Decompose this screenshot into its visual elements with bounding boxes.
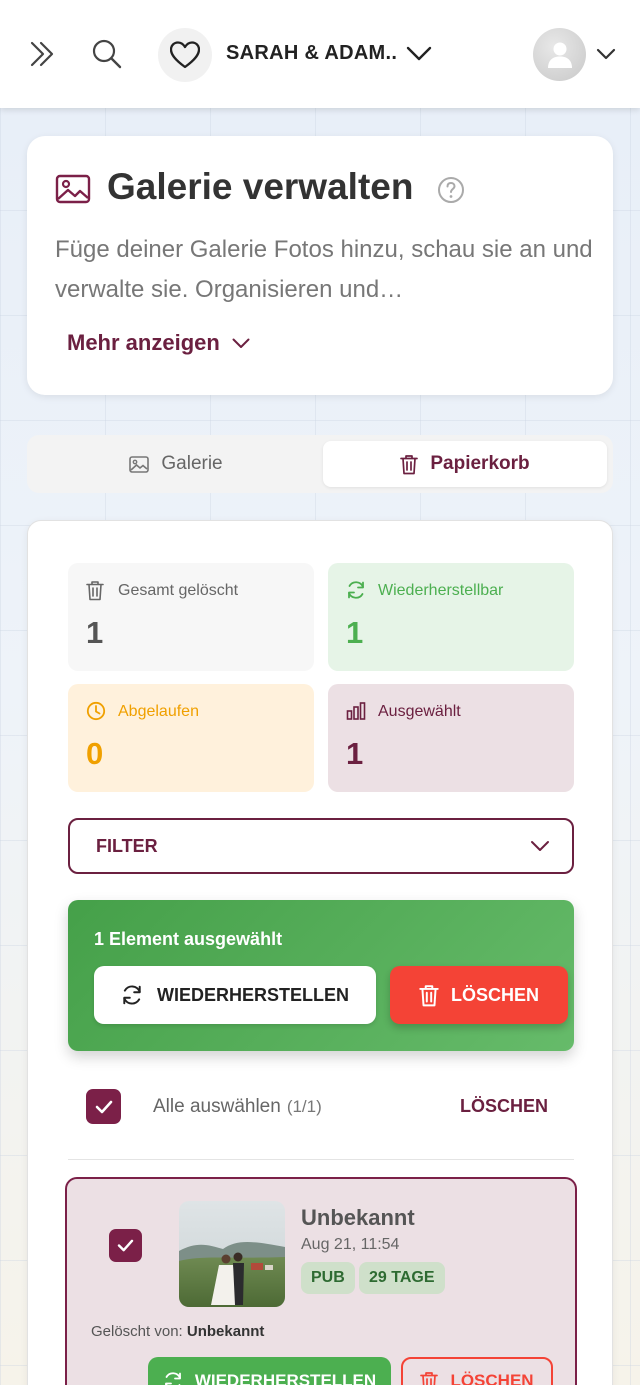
stat-total-deleted: Gesamt gelöscht 1 [68,563,314,671]
top-app-bar: SARAH & ADAM... [0,0,640,108]
tab-trash[interactable]: Papierkorb [323,441,607,487]
days-remaining-badge: 29 TAGE [359,1262,445,1294]
select-all-checkbox[interactable] [86,1089,121,1124]
show-more-label: Mehr anzeigen [67,330,220,355]
stat-selected: Ausgewählt 1 [328,684,574,792]
trash-item-card[interactable]: Unbekannt Aug 21, 11:54 PUB 29 TAGE Gelö… [65,1177,577,1385]
page-description: Füge deiner Galerie Fotos hinzu, schau s… [55,236,593,303]
image-icon [55,174,91,204]
delete-selected-button[interactable]: LÖSCHEN [390,966,568,1024]
restore-item-button[interactable]: WIEDERHERSTELLEN [148,1357,391,1385]
page-title: Galerie verwalten [107,166,414,207]
divider [68,1159,574,1160]
selection-count-text: 1 Element ausgewählt [94,929,283,949]
item-checkbox[interactable] [109,1229,142,1262]
item-date: Aug 21, 11:54 [301,1236,400,1253]
stat-label: Abgelaufen [118,703,199,720]
filter-dropdown[interactable]: FILTER [68,818,574,874]
delete-all-button[interactable]: LÖSCHEN [460,1096,548,1117]
restore-selected-label: WIEDERHERSTELLEN [156,984,349,1005]
delete-selected-label: LÖSCHEN [450,984,539,1005]
search-icon[interactable] [88,36,126,72]
trash-icon [400,454,419,474]
delete-item-button[interactable]: LÖSCHEN [401,1357,553,1385]
filter-label: FILTER [96,836,158,856]
refresh-icon [346,580,366,600]
restore-selected-button[interactable]: WIEDERHERSTELLEN [94,966,376,1024]
clock-icon [86,701,106,721]
chevron-down-icon [531,841,549,851]
deleted-by-name: Unbekannt [186,1323,265,1340]
stat-expired: Abgelaufen 0 [68,684,314,792]
tab-trash-label: Papierkorb [430,453,530,474]
image-icon [129,455,150,473]
check-icon [117,1239,134,1252]
refresh-icon [123,985,141,1005]
heart-icon[interactable] [158,28,212,82]
gallery-info-card: Galerie verwalten Füge deiner Galerie Fo… [27,136,613,395]
refresh-icon [164,1372,181,1385]
tab-gallery[interactable]: Galerie [31,441,321,487]
select-all-label: Alle auswählen (1/1) [153,1096,322,1118]
chevron-down-icon [232,338,250,348]
stat-label: Ausgewählt [378,703,461,720]
user-avatar-icon[interactable] [533,28,586,81]
trash-icon [420,1371,439,1385]
stat-label: Gesamt gelöscht [118,582,239,599]
event-name[interactable]: SARAH & ADAM... [226,42,396,65]
show-more-link[interactable]: Mehr anzeigen [67,330,250,356]
bar-chart-icon [346,701,366,721]
stat-value: 1 [346,615,364,650]
item-title: Unbekannt [301,1205,415,1230]
check-icon [95,1100,112,1113]
stat-value: 1 [86,615,104,650]
photo-thumbnail[interactable] [179,1201,285,1307]
stat-value: 1 [346,736,364,771]
expand-double-chevron-icon[interactable] [22,36,62,72]
delete-item-label: LÖSCHEN [450,1371,534,1385]
chevron-down-icon[interactable] [403,40,435,68]
restore-item-label: WIEDERHERSTELLEN [194,1371,377,1385]
deleted-by-label: Gelöscht von: [91,1323,183,1340]
account-chevron-down-icon[interactable] [592,43,620,65]
stat-restorable: Wiederherstellbar 1 [328,563,574,671]
status-badge: PUB [301,1262,355,1294]
tab-gallery-label: Galerie [161,453,223,474]
stat-label: Wiederherstellbar [378,582,504,599]
select-all-text: Alle auswählen [153,1096,281,1117]
help-icon[interactable] [437,176,465,204]
deleted-by-text: Gelöscht von: Unbekannt [91,1323,264,1340]
selection-action-bar: 1 Element ausgewählt WIEDERHERSTELLEN LÖ… [68,900,574,1051]
trash-panel: Gesamt gelöscht 1 Wiederherstellbar 1 Ab… [27,520,613,1385]
select-all-count: (1/1) [286,1097,322,1116]
gallery-tabs: Galerie Papierkorb [27,435,613,493]
trash-icon [419,984,439,1006]
trash-icon [86,580,104,601]
stat-value: 0 [86,736,104,771]
select-all-row: Alle auswählen (1/1) LÖSCHEN [68,1081,574,1131]
